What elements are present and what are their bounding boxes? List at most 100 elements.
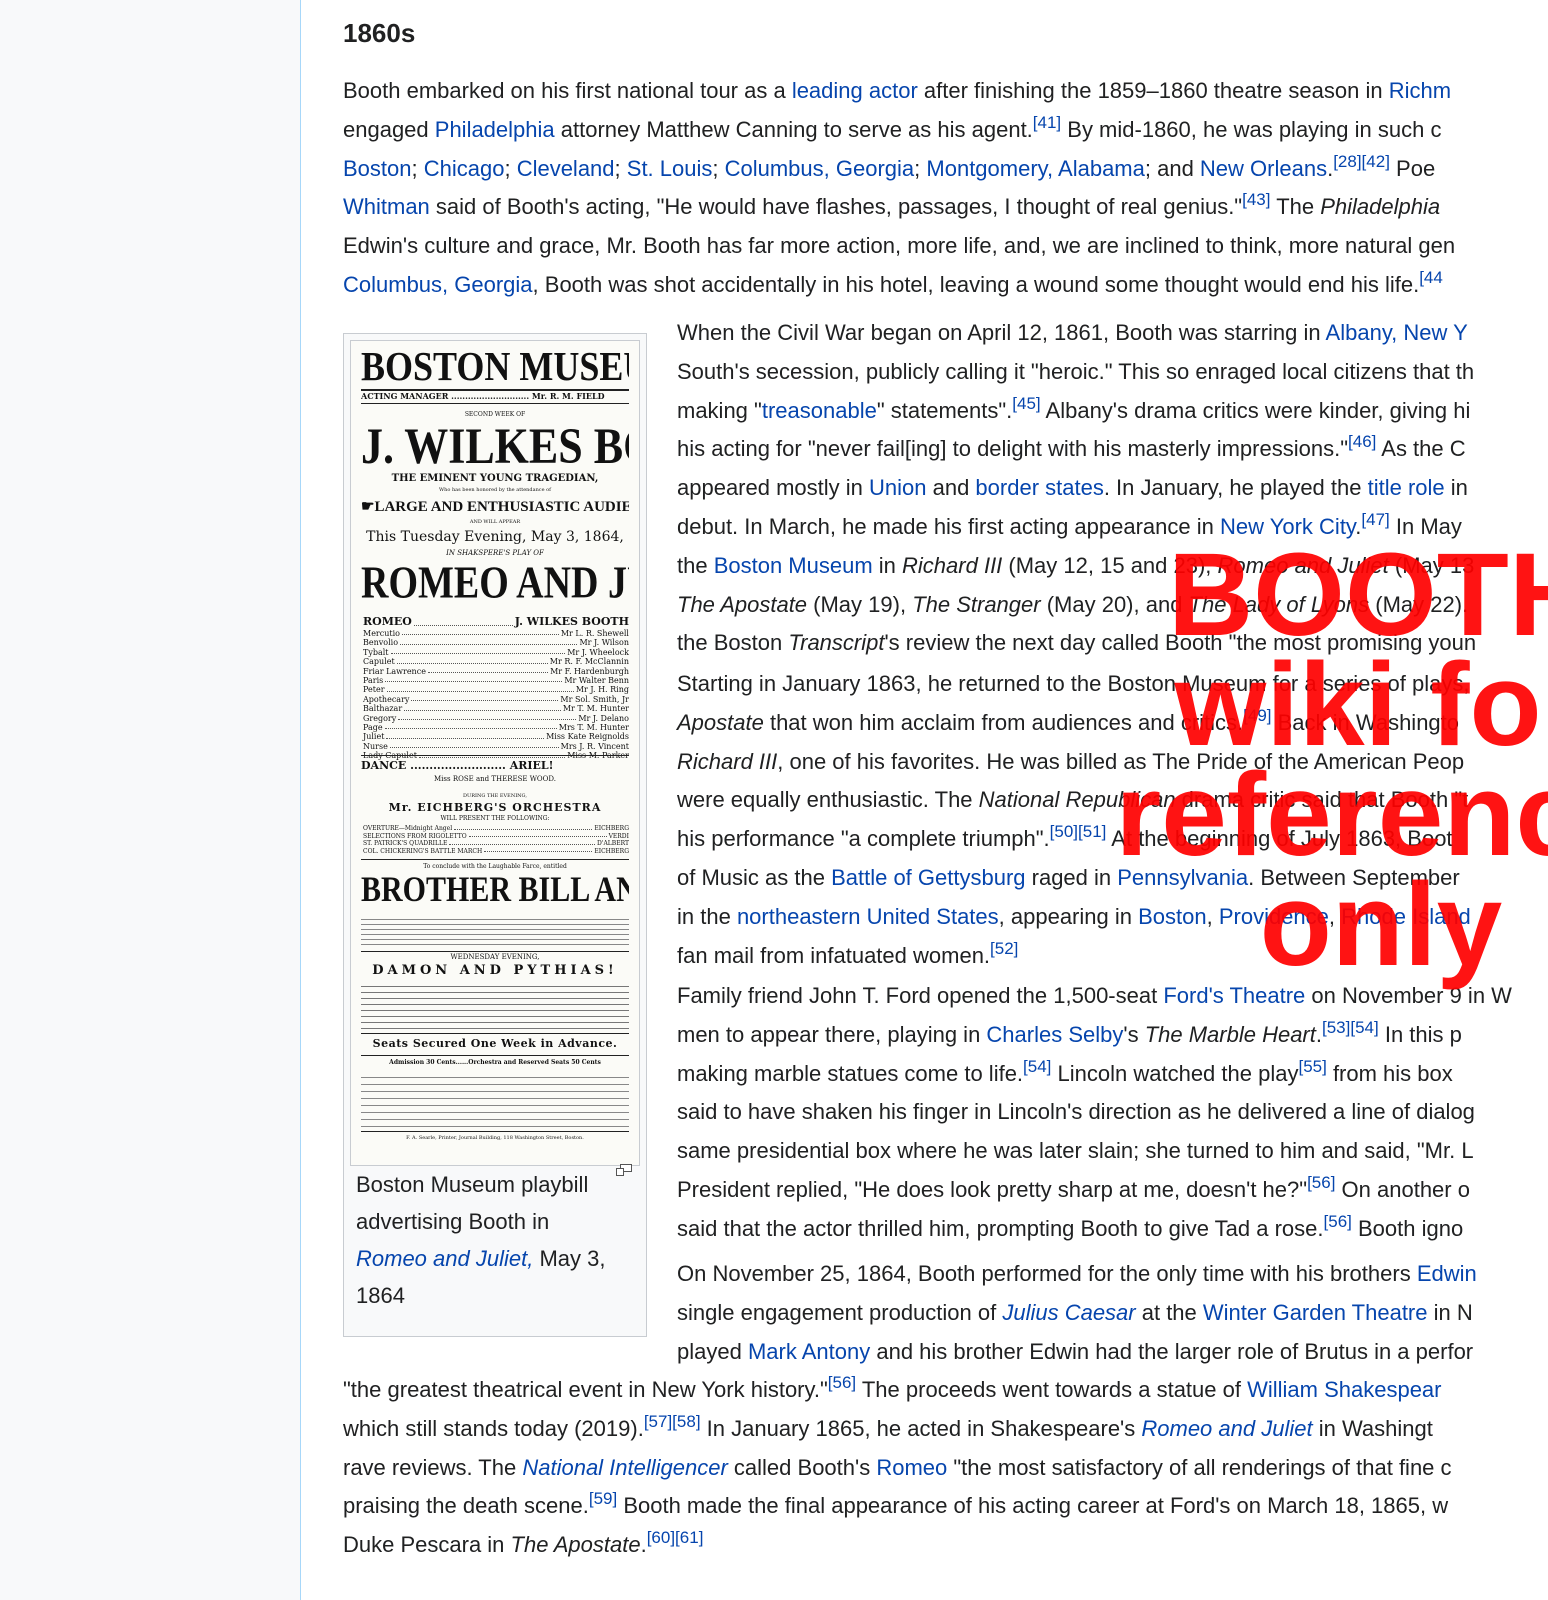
poster-manager: ACTING MANAGER .........................… <box>361 391 605 401</box>
citation-link[interactable]: [60][61] <box>647 1528 704 1547</box>
caption-link-romeo-and-juliet[interactable]: Romeo and Juliet, <box>356 1246 533 1271</box>
wiki-link[interactable]: Romeo and Juliet <box>1141 1416 1312 1441</box>
citation-link[interactable]: [47] <box>1361 510 1389 529</box>
wiki-link[interactable]: Charles Selby <box>986 1022 1123 1047</box>
wiki-link[interactable]: title role <box>1368 475 1445 500</box>
text-run: Family friend John T. Ford opened the 1,… <box>677 983 1164 1008</box>
wiki-link[interactable]: St. Louis <box>627 156 713 181</box>
text-run: attorney Matthew Canning to serve as his… <box>554 116 1033 142</box>
text-line: Boston; Chicago; Cleveland; St. Louis; C… <box>343 150 1455 189</box>
text-run: 's <box>1123 1021 1145 1047</box>
text-line: the Boston Museum in Richard III (May 12… <box>677 547 1476 586</box>
wiki-link[interactable]: William Shakespear <box>1247 1377 1441 1402</box>
wiki-link[interactable]: Richm <box>1389 78 1451 103</box>
italic-text: The Marble Heart <box>1144 1021 1316 1047</box>
poster-list-row: Apothecary Mr Sol. Smith, Jr <box>363 694 629 704</box>
wiki-link[interactable]: Boston <box>343 156 412 181</box>
citation-link[interactable]: [56] <box>828 1373 856 1392</box>
citation-link[interactable]: [50][51] <box>1050 822 1107 841</box>
text-line: Whitman said of Booth's acting, "He woul… <box>343 188 1455 227</box>
text-line: his acting for "never fail[ing] to delig… <box>677 430 1476 469</box>
citation-link[interactable]: [44 <box>1419 268 1443 287</box>
text-line: played Mark Antony and his brother Edwin… <box>677 1333 1477 1372</box>
text-run: Edwin's culture and grace, Mr. Booth has… <box>343 233 1456 259</box>
citation-link[interactable]: [59] <box>589 1489 617 1508</box>
citation-link[interactable]: [49] <box>1243 706 1271 725</box>
wiki-link[interactable]: Albany, New Y <box>1326 320 1468 345</box>
citation-link[interactable]: [43] <box>1242 190 1270 209</box>
text-run: said that the actor thrilled him, prompt… <box>677 1215 1324 1241</box>
poster-music-list: OVERTURE—Midnight Angel EICHBERG SELECTION… <box>363 825 629 855</box>
text-run: single engagement production of <box>677 1299 1003 1325</box>
wiki-link[interactable]: Pennsylvania <box>1117 865 1248 890</box>
wiki-link[interactable]: New York City <box>1220 514 1355 539</box>
text-run: ; <box>504 155 517 181</box>
citation-link[interactable]: [28][42] <box>1333 152 1390 171</box>
poster-list-row: Capulet Mr R. F. McClannin <box>363 657 629 667</box>
wiki-link[interactable]: Columbus, Georgia <box>343 272 533 297</box>
citation-link[interactable]: [52] <box>990 939 1018 958</box>
text-run: President replied, "He does look pretty … <box>677 1176 1308 1202</box>
citation-link[interactable]: [45] <box>1012 394 1040 413</box>
text-run: his performance "a complete triumph". <box>677 826 1050 852</box>
wiki-link[interactable]: Montgomery, Alabama <box>926 156 1144 181</box>
citation-link[interactable]: [41] <box>1033 113 1061 132</box>
wiki-link[interactable]: Boston <box>1138 904 1207 929</box>
poster-date: This Tuesday Evening, May 3, 1864, <box>366 529 624 545</box>
citation-link[interactable]: [46] <box>1348 432 1376 451</box>
poster-dancers: Miss ROSE and THERESE WOOD. <box>434 775 556 783</box>
poster-dance: DANCE ......................... ARIEL! <box>361 759 554 772</box>
citation-link[interactable]: [54] <box>1023 1057 1051 1076</box>
wiki-link[interactable]: Union <box>869 475 926 500</box>
wiki-link[interactable]: New Orleans <box>1200 156 1327 181</box>
wiki-link[interactable]: border states <box>975 475 1103 500</box>
playbill-image[interactable]: BOSTON MUSEUM ACTING MANAGER ...........… <box>350 340 640 1166</box>
text-line: fan mail from infatuated women.[52] <box>677 937 1471 976</box>
wiki-link[interactable]: Julius Caesar <box>1002 1300 1135 1325</box>
wiki-link[interactable]: Whitman <box>343 194 430 219</box>
poster-list-row: ROMEO J. WILKES BOOTH <box>363 615 629 628</box>
wiki-link[interactable]: Mark Antony <box>748 1339 870 1364</box>
wiki-link[interactable]: Cleveland <box>517 156 615 181</box>
text-run: from his box <box>1326 1060 1453 1086</box>
text-run: , <box>1206 903 1219 929</box>
poster-fine-print <box>361 1071 629 1127</box>
wiki-link[interactable]: Boston Museum <box>714 553 873 578</box>
text-run: In January 1865, he acted in Shakespeare… <box>700 1415 1142 1441</box>
citation-link[interactable]: [55] <box>1298 1057 1326 1076</box>
wiki-link[interactable]: treasonable <box>762 398 877 423</box>
wiki-link[interactable]: Romeo <box>876 1455 947 1480</box>
citation-link[interactable]: [56] <box>1307 1173 1335 1192</box>
poster-tagline: THE EMINENT YOUNG TRAGEDIAN, <box>391 473 599 484</box>
wiki-link[interactable]: Edwin <box>1417 1261 1477 1286</box>
text-run: Booth igno <box>1351 1215 1464 1241</box>
wiki-link[interactable]: leading actor <box>792 78 918 103</box>
wiki-link[interactable]: northeastern United States <box>737 904 999 929</box>
poster-will-present: WILL PRESENT THE FOLLOWING: <box>440 815 550 822</box>
wiki-link[interactable]: Chicago <box>424 156 505 181</box>
wiki-link[interactable]: National Intelligencer <box>522 1455 727 1480</box>
wiki-link[interactable]: Philadelphia <box>435 117 555 142</box>
citation-link[interactable]: [56] <box>1324 1212 1352 1231</box>
poster-play-title: ROMEO AND JULIET! <box>361 557 629 609</box>
poster-list-row: Benvolio Mr J. Wilson <box>363 638 629 648</box>
wiki-link[interactable]: Winter Garden Theatre <box>1203 1300 1428 1325</box>
citation-link[interactable]: [57][58] <box>644 1412 701 1431</box>
wiki-link[interactable]: Providence <box>1219 904 1329 929</box>
text-line: Starting in January 1863, he returned to… <box>677 665 1471 704</box>
wiki-link[interactable]: Rhode Island <box>1341 904 1471 929</box>
text-run: On another o <box>1335 1176 1470 1202</box>
text-run: in Washingt <box>1312 1415 1433 1441</box>
poster-list-row: Juliet Miss Kate Reignolds <box>363 732 629 742</box>
wiki-link[interactable]: Battle of Gettysburg <box>831 865 1025 890</box>
text-run: " statements". <box>876 397 1013 423</box>
text-run: men to appear there, playing in <box>677 1021 987 1047</box>
enlarge-icon[interactable] <box>616 1164 632 1176</box>
wiki-link[interactable]: Columbus, Georgia <box>725 156 915 181</box>
text-line: same presidential box where he was later… <box>677 1132 1512 1171</box>
citation-link[interactable]: [53][54] <box>1322 1018 1379 1037</box>
italic-text: Richard III <box>677 748 778 774</box>
wiki-link[interactable]: Ford's Theatre <box>1163 983 1305 1008</box>
text-run: said of Booth's acting, "He would have f… <box>429 194 1243 220</box>
text-line: of Music as the Battle of Gettysburg rag… <box>677 859 1471 898</box>
